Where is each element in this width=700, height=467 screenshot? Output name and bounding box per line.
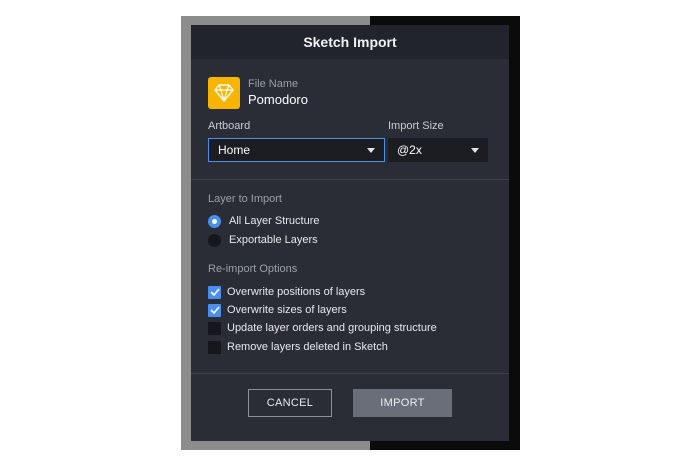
stage: Sketch Import File Name Pomodoro Artboar… bbox=[0, 0, 700, 467]
reimport-options-title: Re-import Options bbox=[208, 263, 298, 275]
checkmark-icon bbox=[209, 288, 220, 296]
divider bbox=[191, 179, 509, 180]
radio-label: All Layer Structure bbox=[229, 215, 320, 227]
checkmark-icon bbox=[209, 306, 220, 314]
radio-button[interactable] bbox=[208, 233, 221, 247]
divider bbox=[191, 373, 509, 374]
file-name-value: Pomodoro bbox=[248, 92, 308, 107]
artboard-select[interactable]: Home bbox=[208, 138, 385, 162]
sketch-logo-icon bbox=[208, 77, 240, 109]
radio-button-selected[interactable] bbox=[208, 214, 221, 228]
checkbox-label: Remove layers deleted in Sketch bbox=[227, 341, 388, 353]
file-info: File Name Pomodoro bbox=[208, 77, 308, 109]
checkbox-checked[interactable] bbox=[208, 303, 221, 317]
artboard-select-value: Home bbox=[218, 143, 251, 157]
sketch-import-dialog: Sketch Import File Name Pomodoro Artboar… bbox=[191, 25, 509, 441]
checkbox-label: Overwrite positions of layers bbox=[227, 286, 366, 298]
radio-all-layer-structure[interactable]: All Layer Structure bbox=[208, 214, 319, 228]
layer-to-import-title: Layer to Import bbox=[208, 193, 282, 205]
import-button[interactable]: IMPORT bbox=[353, 389, 452, 417]
cancel-button[interactable]: CANCEL bbox=[248, 389, 332, 417]
chevron-down-icon bbox=[471, 147, 479, 153]
checkbox[interactable] bbox=[208, 321, 221, 335]
checkbox-remove-deleted-layers[interactable]: Remove layers deleted in Sketch bbox=[208, 340, 388, 354]
checkbox-update-layer-orders[interactable]: Update layer orders and grouping structu… bbox=[208, 321, 437, 335]
import-size-label: Import Size bbox=[388, 120, 444, 132]
dialog-title: Sketch Import bbox=[191, 25, 509, 59]
checkbox-label: Overwrite sizes of layers bbox=[227, 304, 347, 316]
import-size-select[interactable]: @2x bbox=[388, 138, 488, 162]
radio-exportable-layers[interactable]: Exportable Layers bbox=[208, 233, 318, 247]
import-size-select-value: @2x bbox=[397, 143, 422, 157]
chevron-down-icon bbox=[367, 147, 375, 153]
checkbox-overwrite-sizes[interactable]: Overwrite sizes of layers bbox=[208, 303, 347, 317]
checkbox-checked[interactable] bbox=[208, 285, 221, 299]
checkbox[interactable] bbox=[208, 340, 221, 354]
radio-label: Exportable Layers bbox=[229, 234, 318, 246]
artboard-label: Artboard bbox=[208, 120, 251, 132]
checkbox-label: Update layer orders and grouping structu… bbox=[227, 322, 437, 334]
checkbox-overwrite-positions[interactable]: Overwrite positions of layers bbox=[208, 285, 365, 299]
file-name-label: File Name bbox=[248, 78, 299, 90]
